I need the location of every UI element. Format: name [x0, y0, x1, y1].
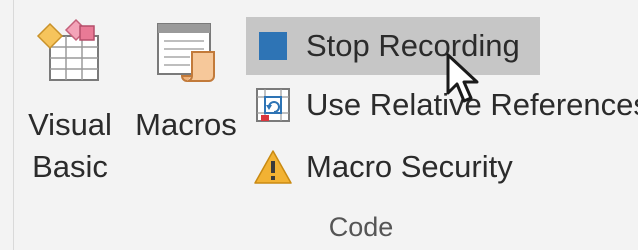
stop-recording-button[interactable]: Stop Recording — [246, 17, 540, 75]
relative-references-icon — [254, 86, 292, 124]
macro-security-button[interactable]: Macro Security — [246, 138, 513, 196]
macro-security-label: Macro Security — [306, 149, 513, 184]
mouse-pointer-icon — [446, 53, 479, 103]
macros-icon — [157, 23, 215, 82]
visual-basic-label-line2: Basic — [32, 149, 108, 184]
stop-square-icon — [254, 27, 292, 65]
group-label-code: Code — [328, 212, 394, 242]
macros-button[interactable]: Macros — [130, 18, 242, 146]
use-relative-references-button[interactable]: Use Relative References — [246, 76, 638, 134]
developer-ribbon-code-group: Visual Basic Macros Stop Recording Use R… — [0, 0, 638, 250]
visual-basic-button[interactable]: Visual Basic — [24, 18, 116, 188]
visual-basic-label-line1: Visual — [28, 107, 112, 142]
ribbon-divider — [13, 0, 14, 250]
warning-icon — [254, 148, 292, 186]
visual-basic-icon — [36, 18, 99, 81]
stop-recording-label: Stop Recording — [306, 28, 520, 63]
macros-label: Macros — [135, 107, 237, 142]
